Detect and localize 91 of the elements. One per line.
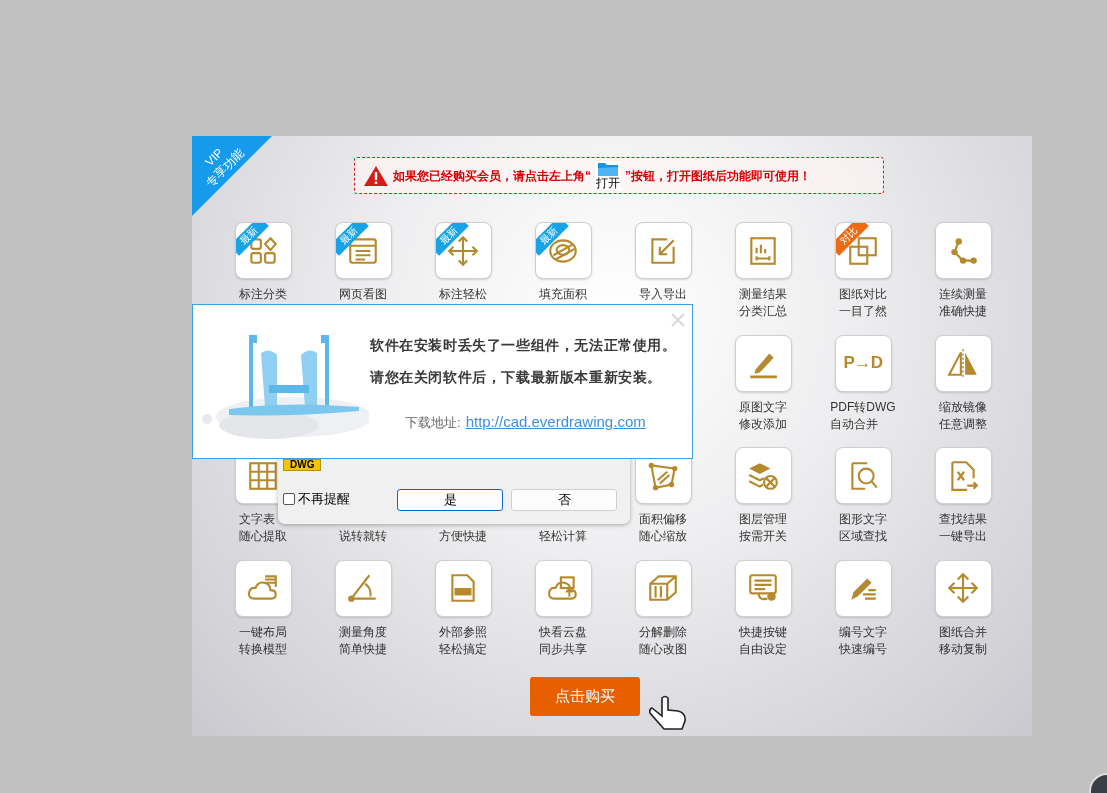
feature-label: 导入导出 [639,286,687,303]
feature-label: 网页看图 [339,286,387,303]
feature-tile[interactable]: 最新 [234,222,292,279]
feature-label: 轻松计算 [539,528,587,545]
feature-label: 方便快捷 [439,528,487,545]
feature-label: 同步共享 [539,640,587,658]
feature-tile[interactable] [634,222,692,279]
corner-ribbon: 最新 [335,223,369,256]
feature-label: 快速编号 [839,640,887,658]
message-text: 请您在关闭软件后，下载最新版本重新安装。 [370,368,663,387]
feature-label: 标注轻松 [439,286,487,303]
feature-label: 随心缩放 [639,528,687,545]
feature-label: 轻松搞定 [439,640,487,658]
feature-tile[interactable]: 最新 [534,222,592,279]
dialog-button[interactable]: 是 [397,489,503,511]
checkbox-label: 不再提醒 [298,490,350,508]
warning-icon [363,164,389,187]
feature-label: 连续测量 [939,286,987,303]
corner-ribbon: 最新 [235,223,269,256]
feature-label: 标注分类 [239,286,287,303]
feature-label: 编号文字 [839,623,887,641]
feature-label: 图形文字 [839,511,887,528]
feature-label: 移动复制 [939,640,987,658]
feature-label: 转换模型 [239,640,287,658]
feature-label: 自由设定 [739,640,787,658]
feature-label: 自动合并 [830,415,879,433]
feature-label: 一键布局 [239,623,287,641]
icon-label: P→D [843,352,883,375]
download-label: 下载地址: [405,414,461,432]
feature-label: 按需开关 [739,528,787,545]
feature-label: 测量结果 [739,286,787,303]
feature-tile[interactable] [934,559,992,617]
feature-label: 区域查找 [839,528,887,545]
feature-label: 分类汇总 [739,303,787,320]
feature-label: 简单快捷 [339,640,387,658]
open-button[interactable]: 打开 [595,161,621,190]
feature-tile[interactable] [934,334,992,392]
dialog-button[interactable]: 否 [511,489,617,511]
feature-tile[interactable]: 最新 [434,222,492,279]
notice-text: ”按钮，打开图纸后功能即可使用！ [625,167,811,185]
message-text: 软件在安装时丢失了一些组件，无法正常使用。 [370,336,677,355]
feature-label: 文字表 [239,511,275,528]
mirror-triangles-icon [946,346,980,380]
download-link[interactable]: http://cad.everdrawing.com [465,411,646,434]
feature-tile[interactable] [434,559,492,617]
feature-tile[interactable] [634,559,692,617]
feature-label: 图纸合并 [939,623,987,641]
feature-label: 测量角度 [339,623,387,641]
feature-tile[interactable] [734,334,792,392]
feature-tile[interactable] [934,447,992,504]
notice-text: 如果您已经购买会员，请点击左上角“ [393,167,591,185]
feature-label: 说转就转 [339,528,387,545]
feature-tile[interactable] [734,222,792,279]
feature-tile[interactable] [834,447,892,504]
feature-tile[interactable] [734,447,792,504]
feature-tile[interactable]: P→D [834,334,892,392]
feature-tile[interactable] [234,559,292,617]
feature-label: 外部参照 [439,623,487,641]
feature-label: 随心改图 [639,640,687,658]
corner-ribbon: 最新 [435,223,469,256]
feature-label: 图纸对比 [839,286,887,303]
feature-label: 修改添加 [739,415,787,433]
feature-label: 分解删除 [639,623,687,641]
feature-tile[interactable] [334,559,392,617]
feature-tile[interactable] [734,559,792,617]
feature-label: 随心提取 [239,528,287,545]
feature-tile[interactable] [834,559,892,617]
feature-label: 快捷按键 [739,623,787,641]
dwg-badge: DWG [283,459,322,471]
feature-label: 一键导出 [939,528,987,545]
feature-label: 图层管理 [739,511,787,528]
feature-tile[interactable]: 对比 [834,222,892,279]
corner-ribbon: 对比 [835,223,869,256]
feature-label: 面积偏移 [639,511,687,528]
feature-label: 填充面积 [539,286,587,303]
folder-icon [597,161,619,177]
feature-label: 一目了然 [839,303,887,320]
buy-button[interactable]: 点击购买 [530,677,640,716]
feature-label: 查找结果 [939,511,987,528]
feature-label: 快看云盘 [539,623,587,641]
feature-label: 准确快捷 [939,303,987,320]
checkbox[interactable] [283,492,295,505]
feature-label: 原图文字 [739,398,787,416]
feature-tile[interactable] [934,222,992,279]
floating-button[interactable] [1089,773,1107,793]
feature-tile[interactable]: 最新 [334,222,392,279]
feature-label: 缩放镜像 [939,398,987,416]
feature-label: 任意调整 [939,415,987,433]
feature-label: PDF转DWG [830,398,896,416]
move-arrows-icon [946,571,980,605]
feature-tile[interactable] [534,559,592,617]
